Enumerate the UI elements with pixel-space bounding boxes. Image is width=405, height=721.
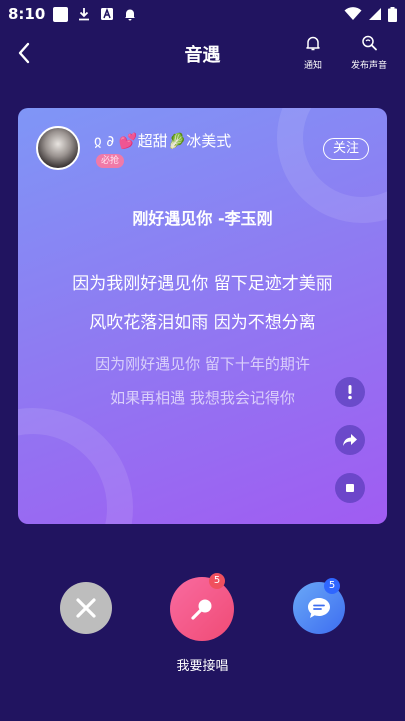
microphone-search-icon <box>362 35 377 51</box>
page-title: 音遇 <box>184 45 221 66</box>
download-icon <box>79 8 90 21</box>
song-title: 刚好遇见你 -李玉刚 <box>132 209 273 228</box>
wifi-icon <box>344 7 362 20</box>
share-button[interactable] <box>335 425 365 455</box>
share-arrow-icon <box>343 434 357 446</box>
lyric-line: 因为我刚好遇见你 留下足迹才美丽 <box>72 274 333 294</box>
user-avatar[interactable] <box>36 126 80 170</box>
status-notification-icons <box>53 6 137 22</box>
exclamation-icon <box>348 385 352 400</box>
sing-button[interactable] <box>170 577 234 641</box>
report-button[interactable] <box>335 377 365 407</box>
user-badge: 必抢 <box>96 154 125 168</box>
lyric-line: 因为刚好遇见你 留下十年的期许 <box>95 355 310 373</box>
decorative-circle <box>18 408 133 524</box>
notification-button[interactable]: 通知 <box>298 34 328 71</box>
app-notification-icon <box>53 6 69 22</box>
chat-bubble-icon <box>308 598 330 618</box>
comment-count-badge: 5 <box>324 578 340 594</box>
lyric-line: 风吹花落泪如雨 因为不想分离 <box>89 313 316 333</box>
bell-status-icon <box>125 9 136 21</box>
follow-button[interactable]: 关注 <box>323 138 369 160</box>
sing-label: 我要接唱 <box>176 659 229 674</box>
skip-button[interactable] <box>60 582 112 634</box>
lyric-line: 如果再相遇 我想我会记得你 <box>110 389 295 407</box>
stop-button[interactable] <box>335 473 365 503</box>
bell-icon <box>306 36 320 51</box>
status-time: 8:10 <box>8 5 46 23</box>
sing-count-badge: 5 <box>209 573 225 589</box>
song-card: ჲ ∂ 💕超甜🥬冰美式 必抢 关注 刚好遇见你 -李玉刚 因为我刚好遇见你 留下… <box>18 108 387 524</box>
username[interactable]: ჲ ∂ 💕超甜🥬冰美式 <box>94 130 231 151</box>
font-a-icon <box>101 7 114 20</box>
status-bar: 8:10 <box>0 0 405 28</box>
publish-voice-label: 发布声音 <box>350 61 387 71</box>
publish-voice-button[interactable]: 发布声音 <box>346 34 392 71</box>
microphone-icon <box>191 599 212 620</box>
battery-icon <box>388 6 397 22</box>
stop-icon <box>346 484 354 492</box>
close-icon <box>76 598 96 618</box>
signal-icon <box>369 8 381 20</box>
top-navigation-bar: 音遇 通知 发布声音 <box>0 30 405 76</box>
notification-label: 通知 <box>303 61 322 71</box>
status-right-icons <box>344 6 397 22</box>
